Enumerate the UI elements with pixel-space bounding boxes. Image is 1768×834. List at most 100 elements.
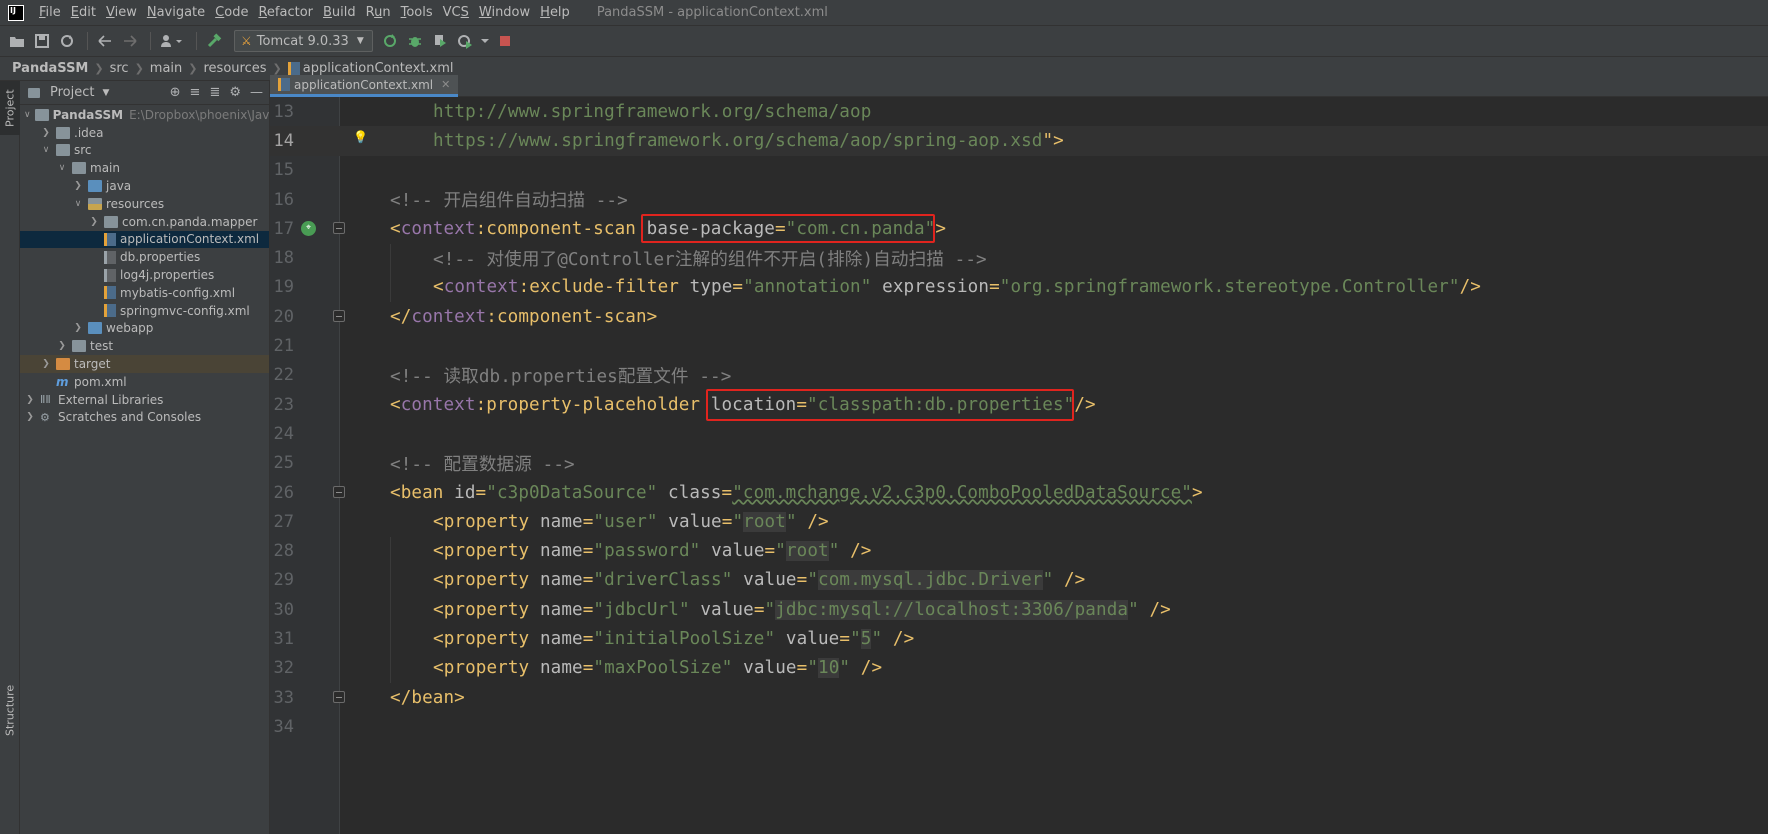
code-line[interactable]: 31 <property name="initialPoolSize" value… — [270, 624, 1768, 653]
chevron-right-icon[interactable]: ❯ — [40, 359, 52, 369]
build-hammer-icon[interactable] — [203, 30, 225, 52]
code-editor[interactable]: 13 http://www.springframework.org/schema/… — [270, 97, 1768, 834]
code-line[interactable]: 34 — [270, 712, 1768, 741]
menu-file[interactable]: File — [34, 5, 66, 20]
tree-item[interactable]: springmvc-config.xml — [20, 302, 269, 320]
tree-item[interactable]: ❯ target — [20, 355, 269, 373]
menu-edit[interactable]: Edit — [66, 5, 101, 20]
tree-item[interactable]: db.properties — [20, 248, 269, 266]
chevron-right-icon[interactable]: ❯ — [56, 341, 68, 351]
menu-run[interactable]: Run — [361, 5, 396, 20]
chevron-down-icon[interactable]: ∨ — [72, 199, 84, 209]
code-line[interactable]: 17 ⌖ <context:component-scan base-package=… — [270, 214, 1768, 243]
code-line[interactable]: 19 <context:exclude-filter type="annotati… — [270, 273, 1768, 302]
code-line[interactable]: 32 <property name="maxPoolSize" value="10… — [270, 654, 1768, 683]
project-panel-title[interactable]: Project — [50, 85, 94, 100]
chevron-down-icon[interactable]: ∨ — [40, 145, 52, 155]
hide-panel-icon[interactable]: — — [250, 85, 263, 100]
editor-tab-applicationcontext[interactable]: applicationContext.xml ✕ — [270, 75, 459, 97]
menu-build[interactable]: Build — [318, 5, 361, 20]
user-dropdown-icon[interactable] — [157, 30, 187, 52]
tree-item[interactable]: m pom.xml — [20, 373, 269, 391]
fold-toggle-icon[interactable] — [333, 310, 345, 323]
breadcrumb-resources[interactable]: resources — [204, 61, 267, 76]
forward-arrow-icon[interactable] — [119, 30, 141, 52]
tree-item[interactable]: mybatis-config.xml — [20, 284, 269, 302]
gear-icon[interactable]: ⚙ — [229, 85, 241, 100]
code-line[interactable]: 24 — [270, 419, 1768, 448]
code-line[interactable]: 22 <!-- 读取db.properties配置文件 --> — [270, 361, 1768, 390]
tree-item[interactable]: ❯ webapp — [20, 320, 269, 338]
open-folder-icon[interactable] — [6, 30, 28, 52]
menu-window[interactable]: Window — [474, 5, 535, 20]
code-line[interactable]: 25 <!-- 配置数据源 --> — [270, 449, 1768, 478]
project-tool-tab[interactable]: Project — [0, 81, 20, 135]
code-line[interactable]: 13 http://www.springframework.org/schema/… — [270, 97, 1768, 126]
tree-item[interactable]: ❯ com.cn.panda.mapper — [20, 213, 269, 231]
code-line[interactable]: 20 </context:component-scan> — [270, 302, 1768, 331]
tree-item[interactable]: ∨ src — [20, 142, 269, 160]
code-line[interactable]: 15 — [270, 156, 1768, 185]
code-line[interactable]: 26 <bean id="c3p0DataSource" class="com.m… — [270, 478, 1768, 507]
tree-item[interactable]: ∨ resources — [20, 195, 269, 213]
fold-toggle-icon[interactable] — [333, 485, 345, 498]
menu-code[interactable]: Code — [210, 5, 253, 20]
profile-icon[interactable] — [454, 30, 476, 52]
code-line[interactable]: 28 <property name="password" value="root"… — [270, 537, 1768, 566]
code-line[interactable]: 14 💡 https://www.springframework.org/schem… — [270, 126, 1768, 156]
menu-tools[interactable]: Tools — [396, 5, 438, 20]
tree-item[interactable]: log4j.properties — [20, 266, 269, 284]
run-with-coverage-icon[interactable] — [429, 30, 451, 52]
breadcrumb-main[interactable]: main — [150, 61, 182, 76]
code-line[interactable]: 18 <!-- 对使用了@Controller注解的组件不开启(排除)自动扫描 -… — [270, 244, 1768, 273]
chevron-right-icon[interactable]: ❯ — [88, 217, 100, 227]
spring-bean-gutter-icon[interactable]: ⌖ — [301, 221, 316, 237]
chevron-right-icon[interactable]: ❯ — [72, 181, 84, 191]
chevron-down-icon[interactable]: ∨ — [56, 163, 68, 173]
code-line[interactable]: 27 <property name="user" value="root" /> — [270, 507, 1768, 536]
code-line[interactable]: 33 </bean> — [270, 683, 1768, 712]
breadcrumb-file[interactable]: applicationContext.xml — [303, 61, 454, 76]
stop-icon[interactable] — [494, 30, 516, 52]
synchronize-icon[interactable] — [56, 30, 78, 52]
more-run-options-chevron-icon[interactable] — [479, 30, 491, 52]
menu-vcs[interactable]: VCS — [438, 5, 474, 20]
menu-refactor[interactable]: Refactor — [253, 5, 318, 20]
locate-file-icon[interactable]: ⊕ — [170, 85, 181, 100]
menu-help[interactable]: Help — [535, 5, 575, 20]
intention-bulb-icon[interactable]: 💡 — [353, 130, 368, 144]
tree-item[interactable]: ❯ .idea — [20, 124, 269, 142]
chevron-right-icon[interactable]: ❯ — [24, 412, 36, 422]
menu-view[interactable]: View — [101, 5, 142, 20]
back-arrow-icon[interactable] — [94, 30, 116, 52]
chevron-down-icon[interactable]: ∨ — [24, 110, 31, 120]
code-line[interactable]: 21 — [270, 331, 1768, 360]
chevron-right-icon[interactable]: ❯ — [24, 395, 36, 405]
menu-navigate[interactable]: Navigate — [142, 5, 210, 20]
code-line[interactable]: 16 <!-- 开启组件自动扫描 --> — [270, 185, 1768, 214]
breadcrumb-project[interactable]: PandaSSM — [12, 61, 88, 76]
chevron-down-icon[interactable]: ▼ — [102, 88, 109, 98]
tree-item[interactable]: applicationContext.xml — [20, 230, 269, 249]
breadcrumb-src[interactable]: src — [110, 61, 129, 76]
rerun-icon[interactable] — [379, 30, 401, 52]
save-all-icon[interactable] — [31, 30, 53, 52]
code-line[interactable]: 30 <property name="jdbcUrl" value="jdbc:m… — [270, 595, 1768, 624]
code-line[interactable]: 29 <property name="driverClass" value="co… — [270, 566, 1768, 595]
debug-bug-icon[interactable] — [404, 30, 426, 52]
chevron-right-icon[interactable]: ❯ — [40, 128, 52, 138]
tree-item[interactable]: ❯ ⚙ Scratches and Consoles — [20, 409, 269, 427]
tree-item[interactable]: ❯ ⅡⅡ External Libraries — [20, 391, 269, 409]
structure-tool-tab[interactable]: Structure — [0, 679, 20, 741]
collapse-all-icon[interactable]: ≣ — [209, 85, 220, 100]
fold-toggle-icon[interactable] — [333, 222, 345, 235]
tree-item[interactable]: ❯ test — [20, 337, 269, 355]
fold-toggle-icon[interactable] — [333, 691, 345, 703]
tree-item[interactable]: ∨ PandaSSM E:\Dropbox\phoenix\JavaPro — [20, 106, 269, 124]
expand-all-icon[interactable]: ≡ — [190, 85, 201, 100]
tree-item[interactable]: ❯ java — [20, 177, 269, 195]
run-configuration-selector[interactable]: ⚔ Tomcat 9.0.33 ▼ — [234, 30, 373, 52]
tree-item[interactable]: ∨ main — [20, 159, 269, 177]
close-icon[interactable]: ✕ — [441, 78, 450, 91]
chevron-right-icon[interactable]: ❯ — [72, 323, 84, 333]
